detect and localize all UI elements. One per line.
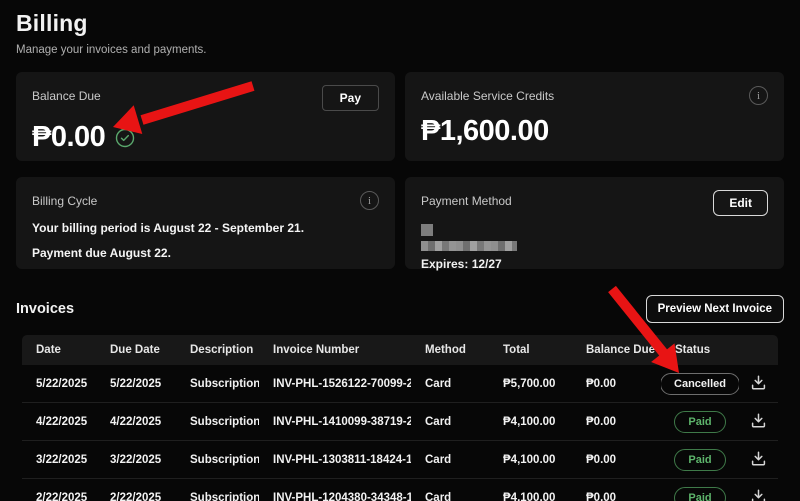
invoice-table-body: 5/22/2025 5/22/2025 Subscription INV-PHL… xyxy=(22,365,778,501)
invoice-date: 2/22/2025 xyxy=(22,492,96,501)
invoice-due-date: 2/22/2025 xyxy=(96,492,176,501)
download-icon xyxy=(750,417,767,432)
invoice-description: Subscription xyxy=(176,492,259,501)
column-header-status: Status xyxy=(661,344,739,356)
invoice-row: 2/22/2025 2/22/2025 Subscription INV-PHL… xyxy=(22,479,778,501)
invoice-balance-due: ₱0.00 xyxy=(572,378,661,390)
balance-due-label: Balance Due xyxy=(32,85,101,103)
invoice-balance-due: ₱0.00 xyxy=(572,416,661,428)
invoice-description: Subscription xyxy=(176,416,259,428)
download-invoice-button[interactable] xyxy=(748,410,769,434)
invoice-number: INV-PHL-1410099-38719-28 xyxy=(259,416,411,428)
status-badge: Paid xyxy=(674,449,725,471)
service-credits-amount: ₱1,600.00 xyxy=(421,115,549,148)
info-icon[interactable]: i xyxy=(749,86,768,105)
invoice-row: 4/22/2025 4/22/2025 Subscription INV-PHL… xyxy=(22,403,778,441)
invoices-header: Invoices Preview Next Invoice xyxy=(16,295,784,323)
billing-cycle-label: Billing Cycle xyxy=(32,190,97,208)
invoice-table: Date Due Date Description Invoice Number… xyxy=(22,335,778,501)
column-header-total: Total xyxy=(489,344,572,356)
invoice-row: 3/22/2025 3/22/2025 Subscription INV-PHL… xyxy=(22,441,778,479)
status-badge: Cancelled xyxy=(661,373,739,395)
invoice-number: INV-PHL-1303811-18424-12 xyxy=(259,454,411,466)
invoice-number: INV-PHL-1204380-34348-16 xyxy=(259,492,411,501)
invoices-title: Invoices xyxy=(16,301,74,317)
column-header-method: Method xyxy=(411,344,489,356)
payment-method-card: Payment Method Edit Expires: 12/27 xyxy=(405,177,784,269)
column-header-description: Description xyxy=(176,344,259,356)
invoice-description: Subscription xyxy=(176,454,259,466)
balance-due-card: Balance Due Pay ₱0.00 xyxy=(16,72,395,161)
download-invoice-button[interactable] xyxy=(748,486,769,501)
summary-cards: Balance Due Pay ₱0.00 Available Service … xyxy=(16,72,784,269)
invoice-row: 5/22/2025 5/22/2025 Subscription INV-PHL… xyxy=(22,365,778,403)
page-subtitle: Manage your invoices and payments. xyxy=(16,44,784,56)
invoice-total: ₱4,100.00 xyxy=(489,454,572,466)
column-header-balance-due: Balance Due xyxy=(572,344,661,356)
invoice-method: Card xyxy=(411,378,489,390)
column-header-invoice-number: Invoice Number xyxy=(259,344,411,356)
download-icon xyxy=(750,493,767,501)
status-badge: Paid xyxy=(674,487,725,501)
invoice-number: INV-PHL-1526122-70099-20 xyxy=(259,378,411,390)
download-icon xyxy=(750,379,767,394)
billing-cycle-card: Billing Cycle i Your billing period is A… xyxy=(16,177,395,269)
invoice-date: 4/22/2025 xyxy=(22,416,96,428)
download-invoice-button[interactable] xyxy=(748,372,769,396)
invoice-date: 5/22/2025 xyxy=(22,378,96,390)
preview-next-invoice-button[interactable]: Preview Next Invoice xyxy=(646,295,784,323)
column-header-due-date: Due Date xyxy=(96,344,176,356)
payment-method-label: Payment Method xyxy=(421,190,512,208)
invoice-total: ₱5,700.00 xyxy=(489,378,572,390)
invoice-balance-due: ₱0.00 xyxy=(572,454,661,466)
column-header-date: Date xyxy=(22,344,96,356)
service-credits-label: Available Service Credits xyxy=(421,85,554,103)
invoice-method: Card xyxy=(411,492,489,501)
invoice-total: ₱4,100.00 xyxy=(489,492,572,501)
invoice-balance-due: ₱0.00 xyxy=(572,492,661,501)
payment-due-text: Payment due August 22. xyxy=(32,246,379,260)
card-expiry-text: Expires: 12/27 xyxy=(421,257,768,271)
invoice-method: Card xyxy=(411,416,489,428)
invoice-table-header: Date Due Date Description Invoice Number… xyxy=(22,335,778,365)
invoice-due-date: 3/22/2025 xyxy=(96,454,176,466)
billing-page: Billing Manage your invoices and payment… xyxy=(0,0,800,501)
invoice-due-date: 5/22/2025 xyxy=(96,378,176,390)
check-circle-icon xyxy=(115,128,135,153)
card-brand-redacted xyxy=(421,224,433,236)
card-number-redacted xyxy=(421,241,517,251)
edit-payment-button[interactable]: Edit xyxy=(713,190,768,216)
service-credits-card: Available Service Credits i ₱1,600.00 xyxy=(405,72,784,161)
invoice-date: 3/22/2025 xyxy=(22,454,96,466)
billing-period-text: Your billing period is August 22 - Septe… xyxy=(32,221,379,235)
page-title: Billing xyxy=(16,10,784,37)
download-icon xyxy=(750,455,767,470)
pay-button[interactable]: Pay xyxy=(322,85,379,111)
balance-due-amount: ₱0.00 xyxy=(32,121,105,154)
invoice-total: ₱4,100.00 xyxy=(489,416,572,428)
status-badge: Paid xyxy=(674,411,725,433)
invoice-description: Subscription xyxy=(176,378,259,390)
info-icon[interactable]: i xyxy=(360,191,379,210)
invoice-due-date: 4/22/2025 xyxy=(96,416,176,428)
download-invoice-button[interactable] xyxy=(748,448,769,472)
invoice-method: Card xyxy=(411,454,489,466)
